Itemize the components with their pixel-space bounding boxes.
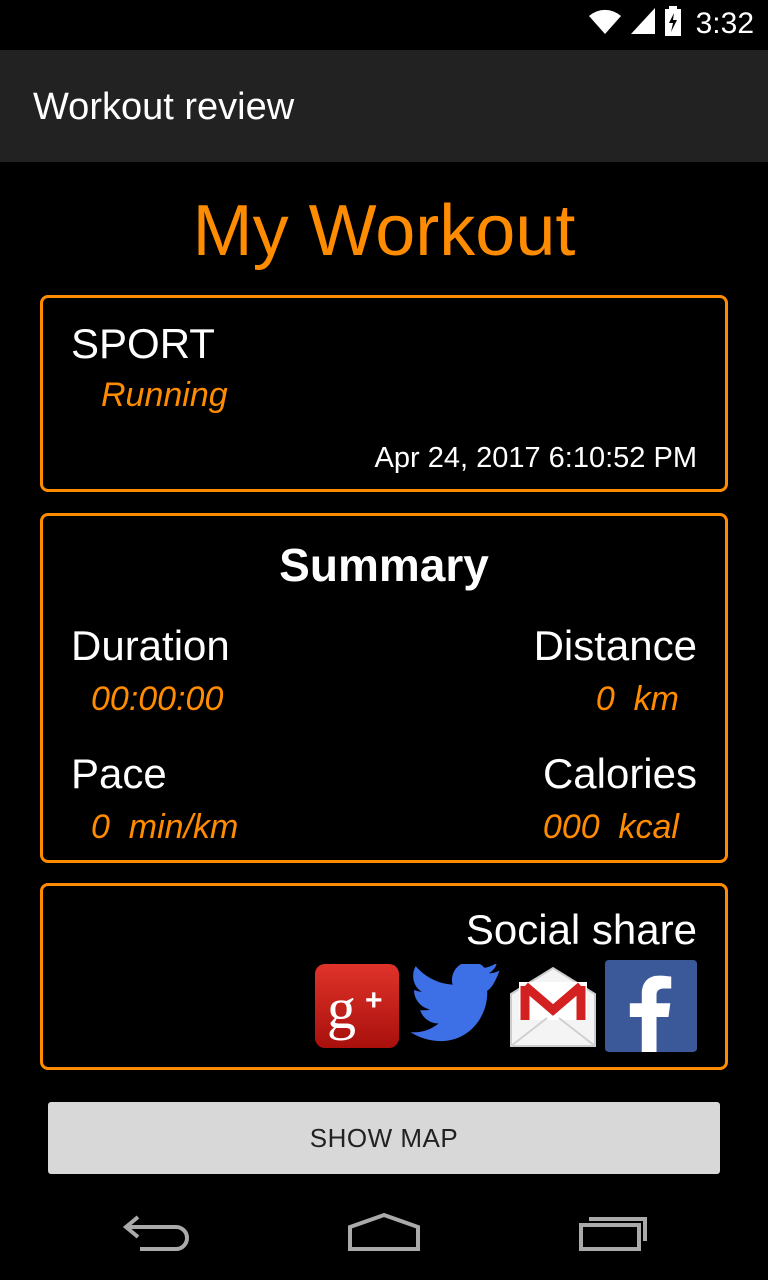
summary-title: Summary (279, 539, 489, 591)
social-icons: g + (311, 956, 697, 1056)
calories-label: Calories (542, 750, 697, 797)
battery-charging-icon (664, 6, 682, 41)
cell-signal-icon (630, 7, 656, 40)
distance-value: 0 km (595, 680, 679, 718)
action-bar: Workout review (0, 50, 768, 162)
status-time: 3:32 (695, 6, 754, 40)
pace-value: 0 min/km (91, 808, 239, 846)
duration-value: 00:00:00 (91, 680, 224, 718)
svg-text:g: g (327, 976, 356, 1041)
distance-label: Distance (533, 622, 697, 669)
social-share-card: Social share g + (40, 883, 728, 1070)
twitter-icon[interactable] (409, 956, 501, 1056)
facebook-icon[interactable] (605, 956, 697, 1056)
nav-bar (0, 1185, 768, 1280)
recents-icon[interactable] (543, 1185, 683, 1280)
gmail-icon[interactable] (507, 956, 599, 1056)
action-bar-title: Workout review (33, 86, 295, 128)
sport-card: SPORT Running Apr 24, 2017 6:10:52 PM (40, 295, 728, 492)
pace-label: Pace (71, 750, 167, 797)
duration-label: Duration (71, 622, 230, 669)
workout-date: Apr 24, 2017 6:10:52 PM (374, 442, 697, 474)
status-icons: 3:32 (588, 6, 754, 41)
wifi-icon (588, 7, 622, 40)
summary-card: Summary Duration 00:00:00 Distance 0 km … (40, 513, 728, 863)
sport-label: SPORT (71, 320, 215, 367)
calories-value: 000 kcal (542, 808, 679, 846)
home-icon[interactable] (314, 1185, 454, 1280)
status-bar: 3:32 (0, 0, 768, 50)
social-share-label: Social share (465, 906, 697, 953)
sport-value: Running (101, 376, 228, 414)
svg-text:+: + (365, 984, 383, 1017)
show-map-button[interactable]: SHOW MAP (48, 1102, 720, 1174)
back-icon[interactable] (85, 1185, 225, 1280)
google-plus-icon[interactable]: g + (311, 956, 403, 1056)
page-title: My Workout (192, 191, 576, 271)
